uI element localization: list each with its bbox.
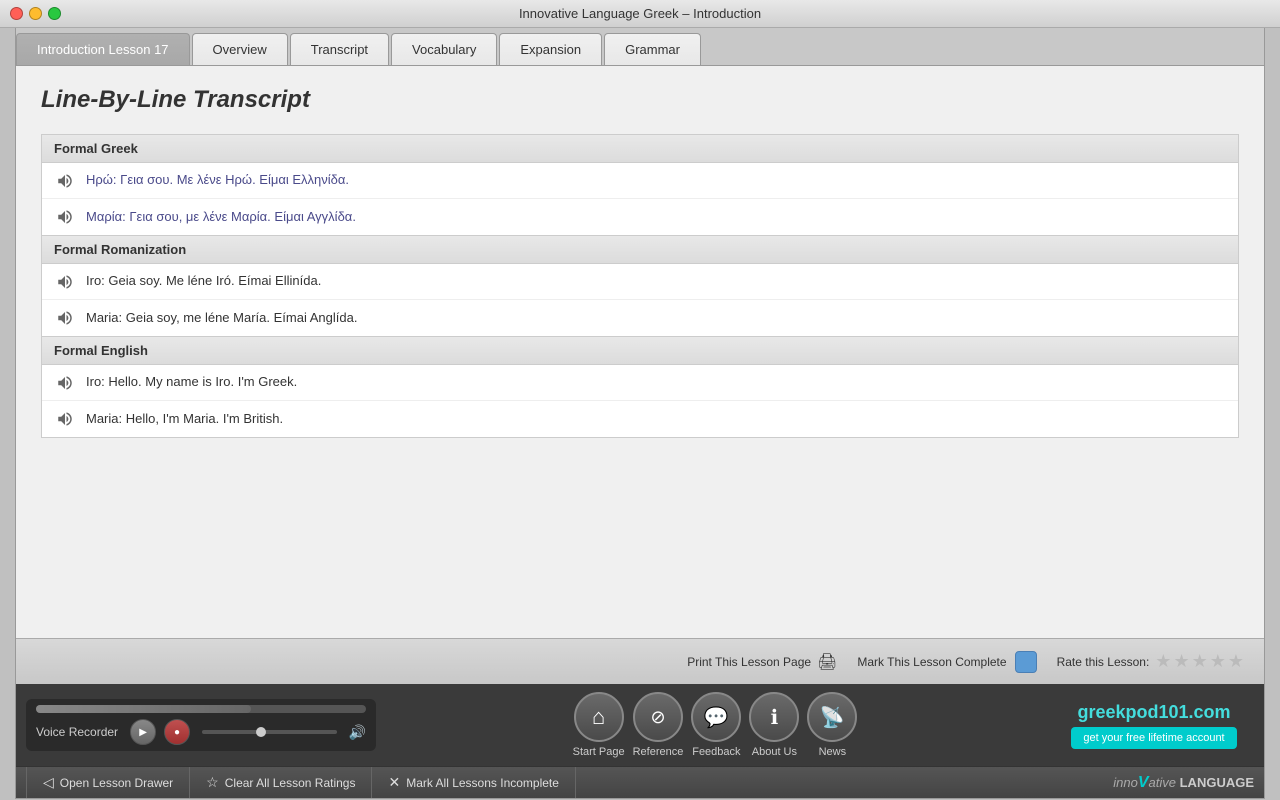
clear-ratings-label: Clear All Lesson Ratings <box>225 776 356 790</box>
star-5[interactable]: ★ <box>1228 651 1244 672</box>
section-header-formal-greek: Formal Greek <box>42 135 1238 163</box>
reference-label: Reference <box>633 746 684 758</box>
star-rating[interactable]: ★ ★ ★ ★ ★ <box>1155 651 1244 672</box>
drawer-icon: ◁ <box>43 774 54 791</box>
nav-bar: Voice Recorder ▶ ● 🔊 ⌂ Start Page ⊘ Refe… <box>16 684 1264 766</box>
start-page-label: Start Page <box>573 746 625 758</box>
tab-introduction-lesson[interactable]: Introduction Lesson 17 <box>16 33 190 65</box>
brand-footer: innoVative LANGUAGE <box>1113 774 1254 792</box>
content-area: Line-By-Line Transcript Formal Greek Ηρώ… <box>16 66 1264 638</box>
print-label: Print This Lesson Page <box>687 655 811 669</box>
rate-lesson-section: Rate this Lesson: ★ ★ ★ ★ ★ <box>1057 651 1244 672</box>
about-label: About Us <box>752 746 797 758</box>
feedback-label: Feedback <box>692 746 740 758</box>
volume-handle[interactable] <box>256 727 266 737</box>
audio-button-3[interactable] <box>54 273 76 291</box>
table-row: Μαρία: Γεια σου, με λένε Μαρία. Είμαι Αγ… <box>42 199 1238 235</box>
page-title: Line-By-Line Transcript <box>41 86 1239 114</box>
center-nav: ⌂ Start Page ⊘ Reference 💬 Feedback ℹ Ab… <box>376 692 1054 758</box>
table-row: Maria: Geia soy, me léne María. Eímai An… <box>42 300 1238 336</box>
romanization-row-2: Maria: Geia soy, me léne María. Eímai An… <box>86 309 357 327</box>
start-page-icon: ⌂ <box>574 692 624 742</box>
table-row: Maria: Hello, I'm Maria. I'm British. <box>42 401 1238 437</box>
tab-transcript[interactable]: Transcript <box>290 33 389 65</box>
recorder-progress-bar <box>36 705 366 713</box>
complete-checkbox[interactable] <box>1015 651 1037 673</box>
greek-row-2: Μαρία: Γεια σου, με λένε Μαρία. Είμαι Αγ… <box>86 208 356 226</box>
audio-button-4[interactable] <box>54 309 76 327</box>
tab-overview[interactable]: Overview <box>192 33 288 65</box>
reference-button[interactable]: ⊘ Reference <box>633 692 684 758</box>
branding-section: greekpod101.com get your free lifetime a… <box>1054 702 1254 749</box>
table-row: Iro: Geia soy. Me léne Iró. Eímai Elliní… <box>42 264 1238 300</box>
section-formal-greek: Formal Greek Ηρώ: Γεια σου. Με λένε Ηρώ.… <box>41 134 1239 236</box>
audio-button-2[interactable] <box>54 208 76 226</box>
clear-ratings-button[interactable]: ☆ Clear All Lesson Ratings <box>190 767 372 798</box>
progress-fill <box>36 705 251 713</box>
title-bar: Innovative Language Greek – Introduction <box>0 0 1280 28</box>
section-header-romanization: Formal Romanization <box>42 236 1238 264</box>
recorder-controls: Voice Recorder ▶ ● 🔊 <box>36 719 366 745</box>
greek-row-1: Ηρώ: Γεια σου. Με λένε Ηρώ. Είμαι Ελληνί… <box>86 171 349 189</box>
mark-complete-label: Mark This Lesson Complete <box>857 655 1006 669</box>
tab-expansion[interactable]: Expansion <box>499 33 602 65</box>
english-row-2: Maria: Hello, I'm Maria. I'm British. <box>86 410 283 428</box>
section-header-english: Formal English <box>42 337 1238 365</box>
recorder-label: Voice Recorder <box>36 725 118 739</box>
tab-grammar[interactable]: Grammar <box>604 33 701 65</box>
close-button[interactable] <box>10 7 23 20</box>
audio-button-5[interactable] <box>54 374 76 392</box>
star-icon: ☆ <box>206 774 219 791</box>
minimize-button[interactable] <box>29 7 42 20</box>
mark-complete-button[interactable]: Mark This Lesson Complete <box>857 651 1036 673</box>
star-2[interactable]: ★ <box>1173 651 1189 672</box>
star-4[interactable]: ★ <box>1210 651 1226 672</box>
mark-all-incomplete-button[interactable]: ✕ Mark All Lessons Incomplete <box>372 767 575 798</box>
news-button[interactable]: 📡 News <box>807 692 857 758</box>
feedback-button[interactable]: 💬 Feedback <box>691 692 741 758</box>
start-page-button[interactable]: ⌂ Start Page <box>573 692 625 758</box>
print-lesson-button[interactable]: Print This Lesson Page 🖨 <box>687 652 837 672</box>
section-formal-english: Formal English Iro: Hello. My name is Ir… <box>41 337 1239 438</box>
star-1[interactable]: ★ <box>1155 651 1171 672</box>
about-icon: ℹ <box>749 692 799 742</box>
volume-icon: 🔊 <box>349 724 366 741</box>
open-lesson-drawer-button[interactable]: ◁ Open Lesson Drawer <box>26 767 190 798</box>
table-row: Ηρώ: Γεια σου. Με λένε Ηρώ. Είμαι Ελληνί… <box>42 163 1238 199</box>
mark-all-label: Mark All Lessons Incomplete <box>406 776 559 790</box>
open-drawer-label: Open Lesson Drawer <box>60 776 173 790</box>
voice-recorder: Voice Recorder ▶ ● 🔊 <box>26 699 376 751</box>
x-icon: ✕ <box>388 774 400 791</box>
rate-label: Rate this Lesson: <box>1057 655 1150 669</box>
audio-button-1[interactable] <box>54 172 76 190</box>
maximize-button[interactable] <box>48 7 61 20</box>
feedback-icon: 💬 <box>691 692 741 742</box>
news-label: News <box>819 746 847 758</box>
brand-name: greekpod101.com <box>1077 702 1230 723</box>
about-us-button[interactable]: ℹ About Us <box>749 692 799 758</box>
english-row-1: Iro: Hello. My name is Iro. I'm Greek. <box>86 373 297 391</box>
table-row: Iro: Hello. My name is Iro. I'm Greek. <box>42 365 1238 401</box>
window-title: Innovative Language Greek – Introduction <box>519 6 761 21</box>
status-bar: ◁ Open Lesson Drawer ☆ Clear All Lesson … <box>16 766 1264 798</box>
brand-text-1: greekpod101.com <box>1077 702 1230 722</box>
bottom-bar: Print This Lesson Page 🖨 Mark This Lesso… <box>16 638 1264 684</box>
romanization-row-1: Iro: Geia soy. Me léne Iró. Eímai Elliní… <box>86 272 321 290</box>
volume-slider[interactable] <box>202 730 337 734</box>
printer-icon: 🖨 <box>817 652 837 672</box>
print-complete-section: Print This Lesson Page 🖨 Mark This Lesso… <box>687 651 1244 673</box>
tab-bar: Introduction Lesson 17 Overview Transcri… <box>16 28 1264 66</box>
record-button[interactable]: ● <box>164 719 190 745</box>
reference-icon: ⊘ <box>633 692 683 742</box>
tab-vocabulary[interactable]: Vocabulary <box>391 33 497 65</box>
play-button[interactable]: ▶ <box>130 719 156 745</box>
main-window: Introduction Lesson 17 Overview Transcri… <box>15 28 1265 799</box>
free-account-button[interactable]: get your free lifetime account <box>1071 727 1236 749</box>
section-formal-romanization: Formal Romanization Iro: Geia soy. Me lé… <box>41 236 1239 337</box>
star-3[interactable]: ★ <box>1192 651 1208 672</box>
window-controls[interactable] <box>10 7 61 20</box>
audio-button-6[interactable] <box>54 410 76 428</box>
news-icon: 📡 <box>807 692 857 742</box>
